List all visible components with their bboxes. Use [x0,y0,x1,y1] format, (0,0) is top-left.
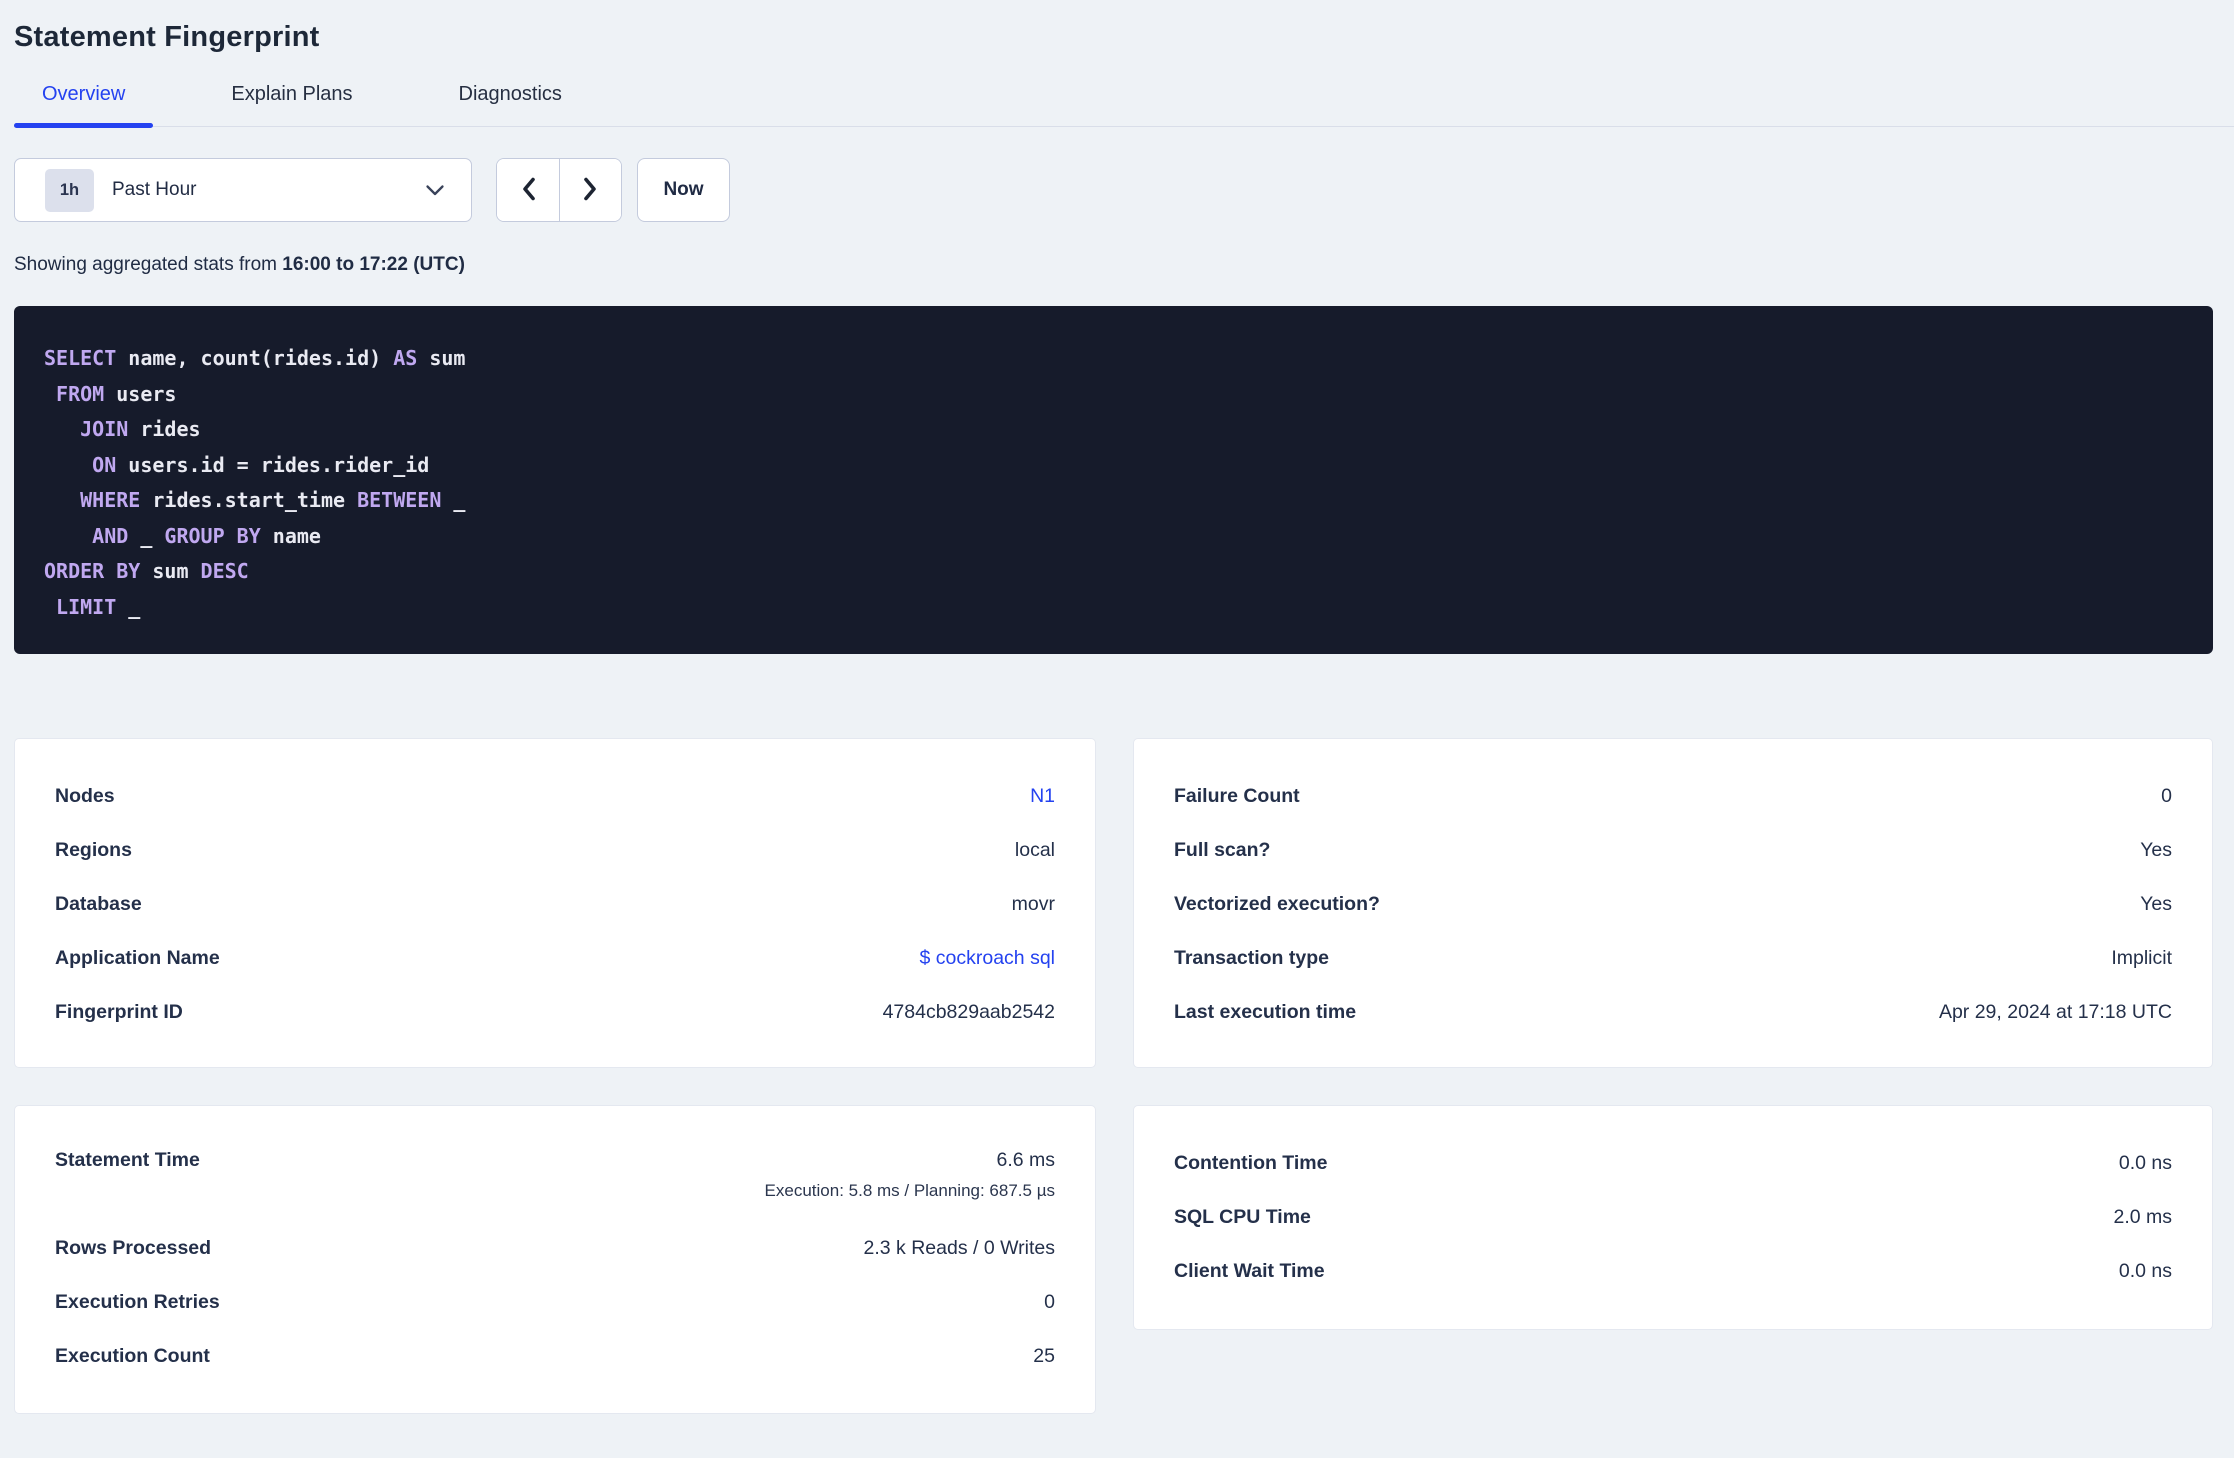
stat-row-last-execution-time: Last execution time Apr 29, 2024 at 17:1… [1174,985,2172,1039]
stat-label: Statement Time [55,1149,200,1171]
application-name-link[interactable]: $ cockroach sql [920,947,1055,970]
stat-row-vectorized-execution: Vectorized execution? Yes [1174,877,2172,931]
stat-label: Full scan? [1174,838,1271,861]
stat-row-failure-count: Failure Count 0 [1174,769,2172,823]
stat-value: 0 [1044,1290,1055,1313]
stat-label: Vectorized execution? [1174,892,1380,915]
stat-row-rows-processed: Rows Processed 2.3 k Reads / 0 Writes [55,1221,1055,1275]
stat-value: 0.0 ns [2118,1259,2172,1282]
stat-label: Execution Retries [55,1290,220,1313]
previous-interval-button[interactable] [497,159,559,221]
stat-label: Fingerprint ID [55,1000,183,1023]
stat-value: Yes [2140,838,2172,861]
page-title: Statement Fingerprint [14,21,320,53]
stat-label: Application Name [55,946,220,969]
stat-label: Database [55,892,142,915]
tab-explain-plans[interactable]: Explain Plans [203,83,380,126]
stat-value: 0.0 ns [2118,1151,2172,1174]
stat-value: 25 [1033,1344,1055,1367]
time-picker-row: 1h Past Hour Now [14,158,2213,222]
stat-row-regions: Regions local [55,823,1055,877]
tab-bar: Overview Explain Plans Diagnostics [14,83,2234,128]
time-range-label: Past Hour [112,179,197,200]
statement-details-panel: Nodes N1 Regions local Database movr App… [14,738,1096,1068]
caption-prefix: Showing aggregated stats from [14,254,283,275]
stat-label: Rows Processed [55,1236,212,1259]
stat-row-fingerprint-id: Fingerprint ID 4784cb829aab2542 [55,985,1055,1039]
stat-label: Failure Count [1174,784,1300,807]
chevron-down-icon [425,184,445,197]
stat-value: 2.3 k Reads / 0 Writes [863,1236,1055,1259]
stat-row-full-scan: Full scan? Yes [1174,823,2172,877]
stat-row-execution-count: Execution Count 25 [55,1329,1055,1383]
statement-attributes-panel: Failure Count 0 Full scan? Yes Vectorize… [1133,738,2213,1068]
stat-value: Apr 29, 2024 at 17:18 UTC [1938,1000,2172,1023]
stat-value: Implicit [2111,946,2172,969]
statement-wait-times-panel: Contention Time 0.0 ns SQL CPU Time 2.0 … [1133,1105,2213,1330]
stat-row-nodes: Nodes N1 [55,769,1055,823]
chevron-left-icon [520,176,537,205]
stat-label: Nodes [55,784,115,807]
statement-performance-panel: Statement Time 6.6 ms Execution: 5.8 ms … [14,1105,1096,1414]
chevron-right-icon [582,176,599,205]
stat-label: Last execution time [1174,1000,1357,1023]
stat-label: Execution Count [55,1344,210,1367]
now-button[interactable]: Now [637,158,730,222]
stat-value: Yes [2140,892,2172,915]
next-interval-button[interactable] [559,159,621,221]
stat-label: Transaction type [1174,946,1329,969]
stat-label: Regions [55,838,132,861]
time-nav-group [496,158,622,222]
nodes-link[interactable]: N1 [1030,785,1055,808]
stat-value: 4784cb829aab2542 [882,1000,1055,1023]
stat-value: movr [1011,892,1055,915]
stat-subvalue: Execution: 5.8 ms / Planning: 687.5 µs [764,1181,1055,1200]
stat-label: Client Wait Time [1174,1259,1325,1282]
time-range-dropdown[interactable]: 1h Past Hour [14,158,472,222]
stat-row-statement-time: Statement Time 6.6 ms Execution: 5.8 ms … [55,1136,1055,1221]
sql-statement: SELECT name, count(rides.id) AS sum FROM… [44,346,466,619]
tab-overview[interactable]: Overview [14,83,154,128]
stat-row-execution-retries: Execution Retries 0 [55,1275,1055,1329]
stat-label: Contention Time [1174,1151,1328,1174]
tab-diagnostics[interactable]: Diagnostics [431,83,590,126]
stat-row-contention-time: Contention Time 0.0 ns [1174,1136,2172,1190]
stat-row-sql-cpu-time: SQL CPU Time 2.0 ms [1174,1190,2172,1244]
stat-row-client-wait-time: Client Wait Time 0.0 ns [1174,1244,2172,1298]
stat-value: 6.6 ms [996,1149,1055,1171]
stat-value: 2.0 ms [2113,1205,2172,1228]
time-range-badge: 1h [45,168,94,212]
caption-time-range: 16:00 to 17:22 (UTC) [282,254,465,275]
aggregation-caption: Showing aggregated stats from 16:00 to 1… [14,254,2213,276]
stat-label: SQL CPU Time [1174,1205,1311,1228]
stat-row-application-name: Application Name $ cockroach sql [55,931,1055,985]
sql-statement-box: SELECT name, count(rides.id) AS sum FROM… [14,306,2213,654]
stat-value: 0 [2161,784,2172,807]
stat-row-database: Database movr [55,877,1055,931]
stat-row-transaction-type: Transaction type Implicit [1174,931,2172,985]
stat-value: local [1014,838,1055,861]
